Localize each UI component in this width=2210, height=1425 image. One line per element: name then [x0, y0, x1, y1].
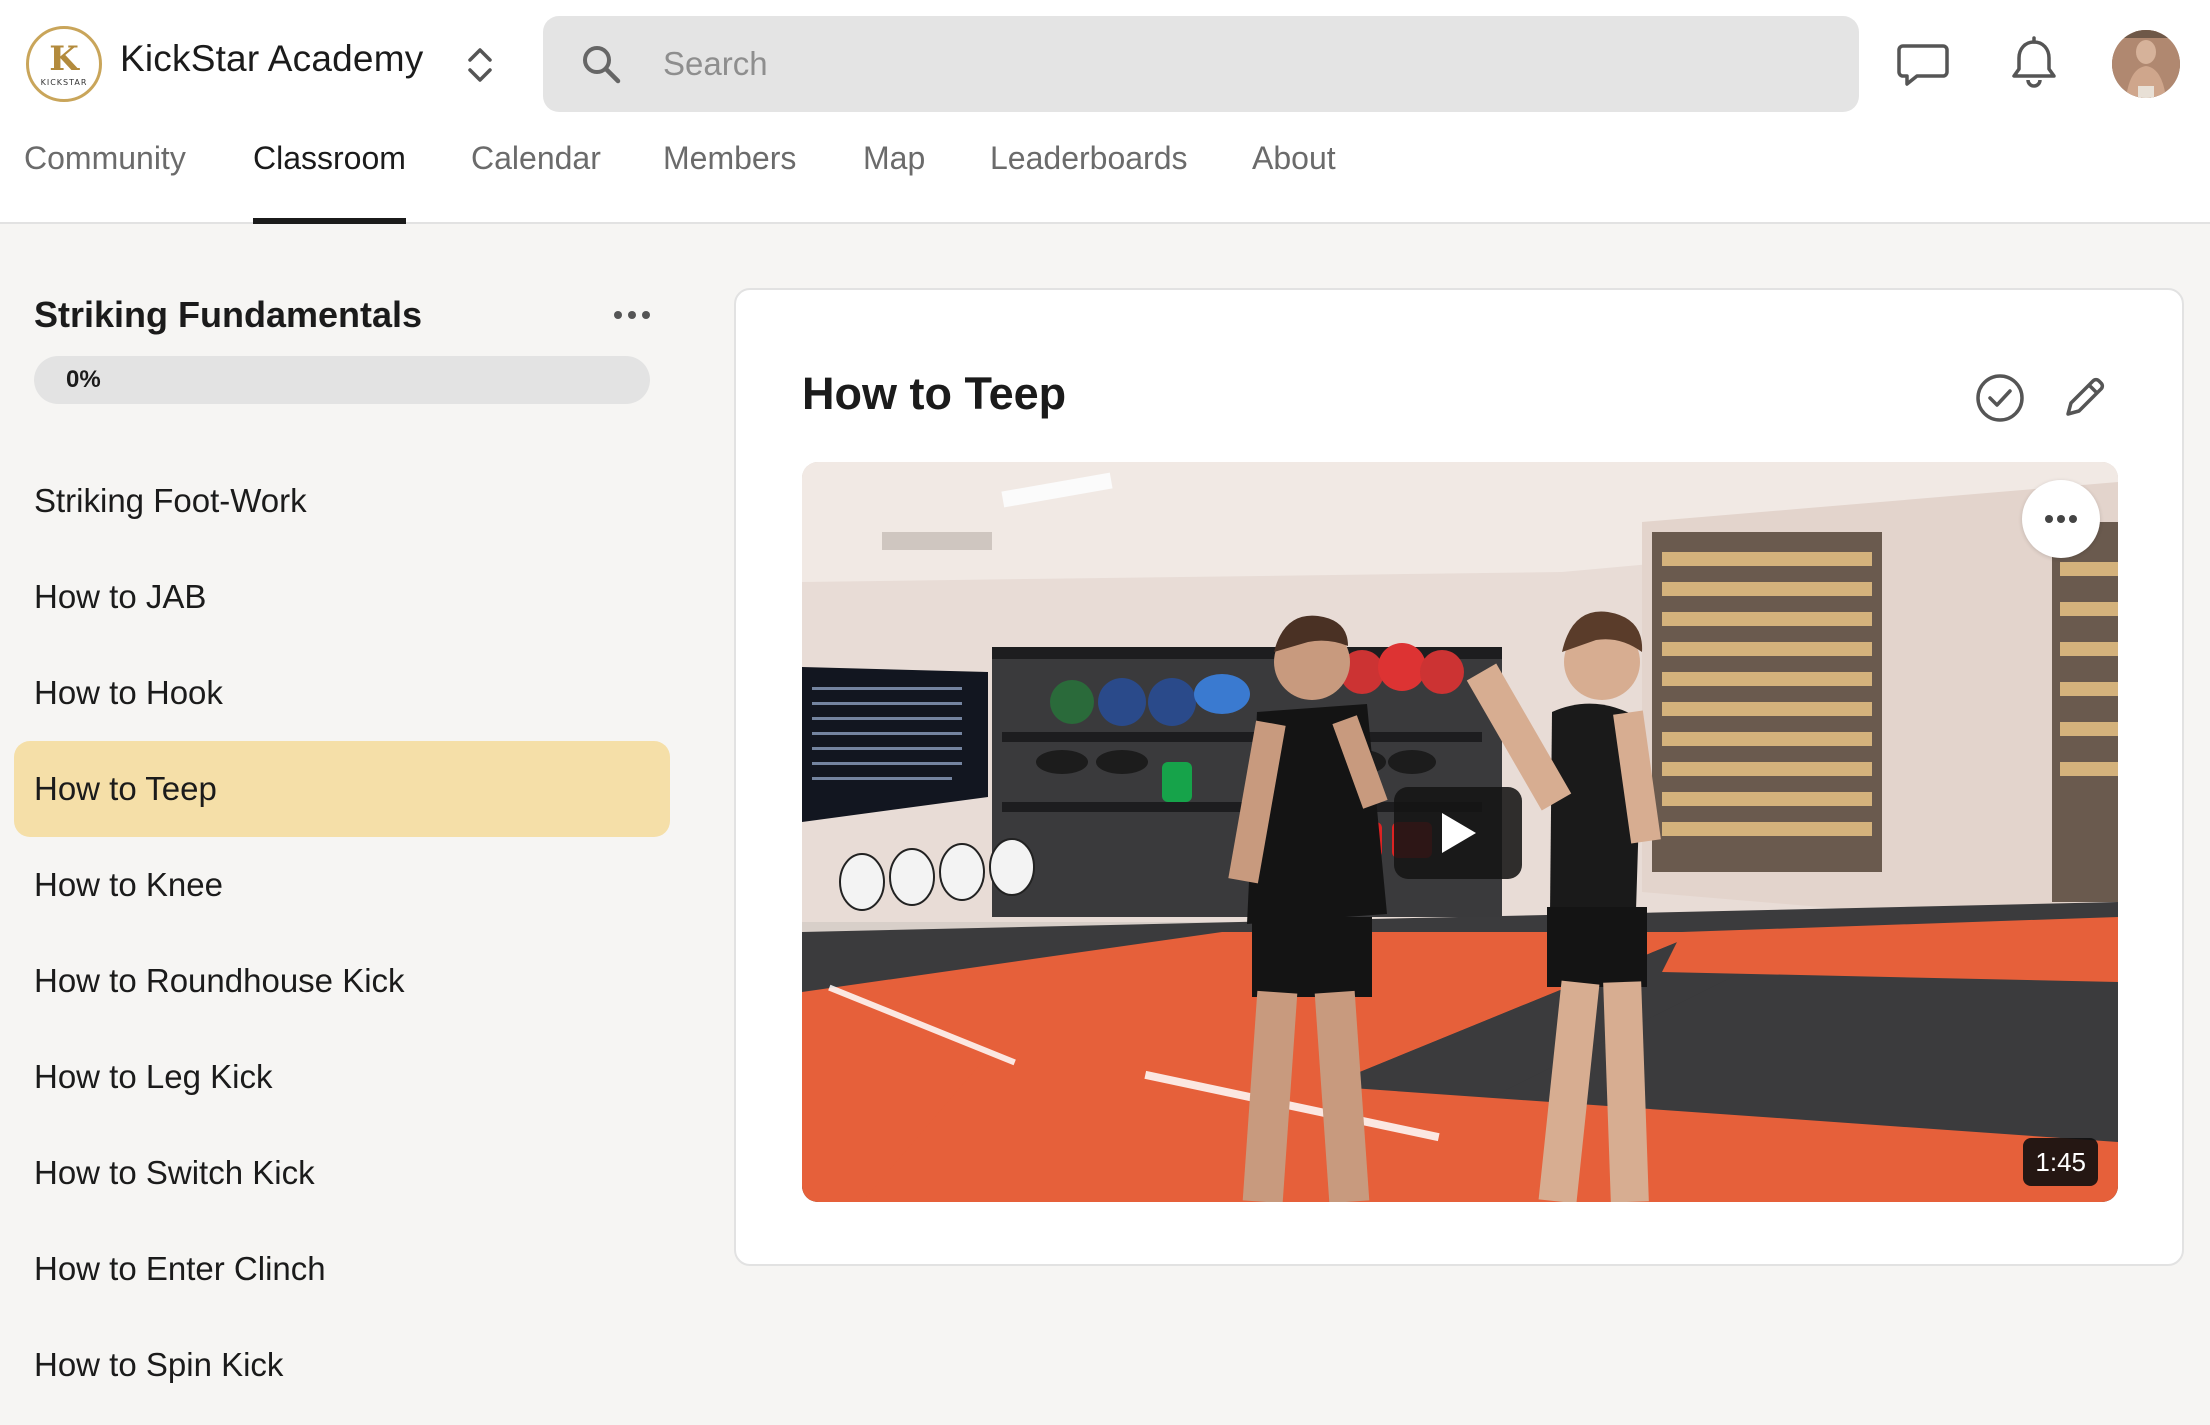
tab-community[interactable]: Community: [24, 140, 186, 224]
logo-wordmark: KICKSTAR: [40, 77, 88, 87]
top-header: K KICKSTAR KickStar Academy Community Cl…: [0, 0, 2210, 224]
lesson-item[interactable]: How to Enter Clinch: [14, 1221, 670, 1317]
tab-classroom[interactable]: Classroom: [253, 140, 406, 224]
lesson-item[interactable]: How to Roundhouse Kick: [14, 933, 670, 1029]
logo-letter-k: K: [49, 38, 79, 79]
mark-complete-icon[interactable]: [1972, 370, 2028, 426]
search-icon: [583, 46, 621, 84]
tab-map[interactable]: Map: [863, 140, 925, 224]
course-title: Striking Fundamentals: [34, 294, 423, 335]
more-options-icon[interactable]: [610, 300, 654, 330]
lesson-item[interactable]: How to Hook: [14, 645, 670, 741]
lesson-item[interactable]: How to Switch Kick: [14, 1125, 670, 1221]
video-player[interactable]: 1:45: [802, 462, 2118, 1202]
tab-members[interactable]: Members: [663, 140, 796, 224]
lesson-item[interactable]: How to Spin Kick: [14, 1317, 670, 1413]
lesson-item[interactable]: Striking Foot-Work: [14, 453, 670, 549]
lesson-card: How to Teep 1:45: [734, 288, 2184, 1266]
video-duration-badge: 1:45: [2023, 1138, 2098, 1186]
bell-icon[interactable]: [2006, 36, 2062, 92]
search-input[interactable]: [663, 45, 1763, 83]
progress-label: 0%: [66, 366, 101, 393]
academy-logo[interactable]: K KICKSTAR: [26, 26, 102, 102]
lesson-item-active[interactable]: How to Teep: [14, 741, 670, 837]
chat-icon[interactable]: [1895, 36, 1951, 92]
play-button[interactable]: [1394, 787, 1522, 879]
user-avatar[interactable]: [2112, 30, 2180, 98]
app-name[interactable]: KickStar Academy: [120, 38, 423, 80]
video-more-button[interactable]: [2022, 480, 2100, 558]
tab-about[interactable]: About: [1252, 140, 1336, 224]
avatar-photo: [2112, 30, 2180, 98]
search-bar[interactable]: [543, 16, 1859, 112]
lesson-title: How to Teep: [802, 368, 1067, 419]
more-options-icon: [2045, 515, 2077, 523]
chevron-up-down-icon[interactable]: [460, 40, 500, 90]
lesson-item[interactable]: How to JAB: [14, 549, 670, 645]
lesson-item[interactable]: How to Knee: [14, 837, 670, 933]
tab-leaderboards[interactable]: Leaderboards: [990, 140, 1187, 224]
lesson-item[interactable]: How to Leg Kick: [14, 1029, 670, 1125]
tab-calendar[interactable]: Calendar: [471, 140, 601, 224]
course-progress-bar: 0%: [34, 356, 650, 404]
lesson-list: Striking Foot-Work How to JAB How to Hoo…: [14, 453, 670, 1413]
edit-pencil-icon[interactable]: [2056, 370, 2112, 426]
play-icon: [1442, 813, 1476, 853]
